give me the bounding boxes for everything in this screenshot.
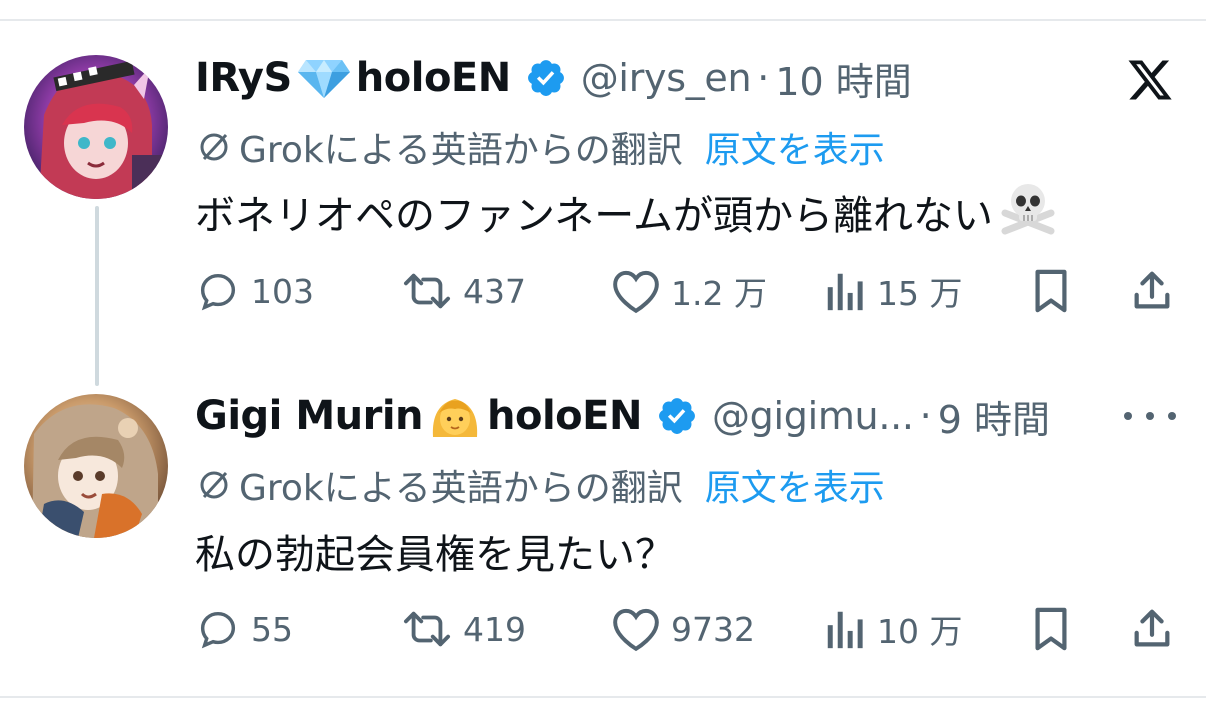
reply-button[interactable]: 55 bbox=[195, 604, 293, 654]
top-divider bbox=[0, 19, 1206, 21]
tweet-1-header: IRyS holoEN @irys_en · 10 時間 bbox=[195, 48, 912, 108]
timestamp[interactable]: 10 時間 bbox=[775, 51, 911, 106]
tweet-2-actions: 55 419 9732 10 万 bbox=[195, 604, 1175, 654]
bookmark-icon bbox=[1035, 269, 1067, 313]
avatar-irys[interactable] bbox=[24, 55, 168, 199]
display-name[interactable]: Gigi Murin bbox=[195, 393, 424, 439]
display-name-suffix[interactable]: holoEN bbox=[356, 55, 511, 101]
reply-count: 103 bbox=[251, 271, 314, 311]
tweet-text: 私の勃起会員権を見たい？ bbox=[195, 532, 675, 578]
translate-icon bbox=[195, 128, 233, 166]
views-count: 10 万 bbox=[877, 612, 963, 651]
reply-button[interactable]: 103 bbox=[195, 266, 314, 316]
gem-emoji-icon bbox=[296, 56, 352, 100]
share-button[interactable] bbox=[1129, 266, 1175, 316]
tweet-1-translation-row: Grokによる英語からの翻訳 原文を表示 bbox=[195, 121, 885, 173]
tweet-1-actions: 103 437 1.2 万 15 万 bbox=[195, 266, 1175, 316]
tweet-2-header: Gigi Murin holoEN @gigimu... · 9 時間 bbox=[195, 386, 1050, 446]
views-button[interactable]: 15 万 bbox=[823, 266, 962, 316]
views-button[interactable]: 10 万 bbox=[823, 604, 962, 654]
avatar-gigi[interactable] bbox=[24, 394, 168, 538]
handle[interactable]: @irys_en bbox=[581, 56, 752, 100]
views-count: 15 万 bbox=[877, 274, 963, 313]
repost-icon bbox=[403, 611, 450, 647]
person-blond-hair-emoji-icon bbox=[427, 391, 483, 441]
verified-badge-icon[interactable] bbox=[525, 57, 567, 99]
like-count: 1.2 万 bbox=[671, 274, 767, 313]
separator-dot: · bbox=[919, 394, 932, 438]
views-icon bbox=[827, 611, 863, 649]
translate-icon bbox=[195, 466, 233, 504]
separator-dot: · bbox=[757, 56, 770, 100]
repost-count: 419 bbox=[463, 609, 526, 649]
tweet-2-translation-row: Grokによる英語からの翻訳 原文を表示 bbox=[195, 459, 885, 511]
avatar-gigi-image bbox=[24, 394, 168, 538]
tweet-2-text-container: 私の勃起会員権を見たい？ bbox=[195, 524, 675, 578]
display-name[interactable]: IRyS bbox=[195, 55, 292, 101]
tweet-text: ボネリオペのファンネームが頭から離れない bbox=[195, 193, 993, 239]
bookmark-button[interactable] bbox=[1031, 266, 1071, 316]
tweet-1-text-container: ボネリオペのファンネームが頭から離れない bbox=[195, 184, 1057, 240]
repost-icon bbox=[403, 273, 450, 309]
show-original-link[interactable]: 原文を表示 bbox=[705, 121, 885, 173]
views-icon bbox=[827, 273, 863, 311]
like-icon bbox=[613, 608, 659, 652]
more-icon[interactable] bbox=[1124, 404, 1176, 428]
handle[interactable]: @gigimu... bbox=[712, 394, 914, 438]
show-original-link[interactable]: 原文を表示 bbox=[705, 459, 885, 511]
repost-button[interactable]: 419 bbox=[401, 604, 526, 654]
bookmark-icon bbox=[1035, 607, 1067, 651]
display-name-suffix[interactable]: holoEN bbox=[487, 393, 642, 439]
verified-badge-icon[interactable] bbox=[656, 395, 698, 437]
reply-count: 55 bbox=[251, 609, 293, 649]
like-button[interactable]: 1.2 万 bbox=[611, 266, 767, 316]
share-icon bbox=[1134, 609, 1170, 647]
share-icon bbox=[1134, 271, 1170, 309]
repost-button[interactable]: 437 bbox=[401, 266, 526, 316]
translation-label: Grokによる英語からの翻訳 bbox=[239, 468, 683, 509]
x-logo-icon[interactable] bbox=[1126, 56, 1174, 104]
like-count: 9732 bbox=[671, 609, 755, 649]
like-button[interactable]: 9732 bbox=[611, 604, 755, 654]
skull-crossbones-emoji-icon bbox=[999, 179, 1057, 245]
timestamp[interactable]: 9 時間 bbox=[938, 389, 1050, 444]
reply-icon bbox=[200, 611, 236, 649]
share-button[interactable] bbox=[1129, 604, 1175, 654]
like-icon bbox=[613, 270, 659, 314]
bottom-divider bbox=[0, 696, 1206, 698]
avatar-irys-image bbox=[24, 55, 168, 199]
reply-icon bbox=[200, 273, 236, 311]
translation-label: Grokによる英語からの翻訳 bbox=[239, 130, 683, 171]
bookmark-button[interactable] bbox=[1031, 604, 1071, 654]
thread-connector-line bbox=[95, 206, 99, 386]
repost-count: 437 bbox=[463, 271, 526, 311]
